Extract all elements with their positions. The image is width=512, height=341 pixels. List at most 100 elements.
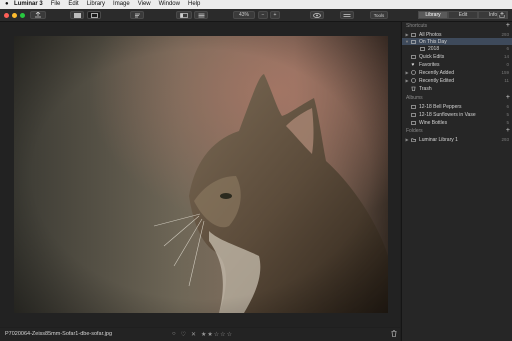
zoom-level-field[interactable]: 43% [233,11,255,19]
sidebar-item-label: Trash [419,85,432,92]
grid-view-button[interactable] [70,11,84,19]
eye-icon [313,12,321,18]
sidebar-item-album[interactable]: 12-18 Sunflowers in Vase 5 [402,111,512,118]
rating-bar: ○ ♡ ✕ ★★☆☆☆ [172,331,233,338]
sidebar-item-count: 0 [506,62,509,67]
grid-icon [73,12,81,18]
sidebar-item-count: 293 [501,137,509,142]
sidebar-item-count: 5 [506,120,509,125]
upload-icon [499,12,505,18]
clock-icon [410,70,416,75]
sidebar-item-quick-edits[interactable]: Quick Edits 14 [402,53,512,60]
sort-icon [134,13,140,17]
edit-clock-icon [410,78,416,83]
sidebar-item-favorites[interactable]: ♥ Favorites 0 [402,61,512,68]
filmstrip-icon [198,13,204,17]
share-button[interactable] [497,11,507,19]
minimize-window-button[interactable] [12,12,17,18]
menu-edit[interactable]: Edit [68,0,78,9]
sidebar-icon [180,12,188,18]
mode-tabs: Library Edit Info [418,11,508,19]
sidebar-item-all-photos[interactable]: ▶ All Photos 293 [402,31,512,38]
sidebar-item-album[interactable]: 12-18 Bell Peppers 6 [402,103,512,110]
plus-icon: + [273,12,277,18]
favorite-heart-icon[interactable]: ♡ [181,331,186,338]
sidebar-item-recently-edited[interactable]: ▶ Recently Edited 11 [402,77,512,84]
folders-heading: Folders [406,128,423,134]
compare-button[interactable] [310,11,324,19]
tab-edit[interactable]: Edit [448,11,478,19]
export-button[interactable] [30,11,46,19]
sidebar-item-on-this-day[interactable]: ▼ On This Day [402,38,512,45]
albums-heading: Albums [406,95,423,101]
sidebar-item-2018[interactable]: 2018 6 [402,45,512,52]
tab-library[interactable]: Library [418,11,448,19]
close-window-button[interactable] [4,12,9,18]
minus-icon: − [261,12,265,18]
file-name: P7020064-Zeiss85mm-Sofar1-dbe-sofar.jpg [5,331,113,337]
menu-view[interactable]: View [138,0,151,9]
menu-image[interactable]: Image [113,0,130,9]
calendar-icon [410,39,416,44]
sidebar-item-recently-added[interactable]: ▶ Recently Added 159 [402,69,512,76]
sidebar-item-label: 2018 [428,45,440,52]
zoom-window-button[interactable] [20,12,25,18]
sidebar-item-count: 14 [503,54,509,59]
tools-label: Tools [373,12,385,18]
album-icon [410,120,416,125]
menu-bar: ● Luminar 3 File Edit Library Image View… [0,0,512,9]
sidebar-item-label: Favorites [419,61,440,68]
sort-menu-button[interactable] [130,11,144,19]
trash-icon[interactable] [391,330,397,337]
clear-rating-icon[interactable]: ✕ [191,331,196,338]
single-image-icon [90,12,98,18]
star-rating[interactable]: ★★☆☆☆ [201,331,233,338]
sidebar-item-trash[interactable]: Trash [402,85,512,92]
sidebar-item-count: 159 [501,70,509,75]
zoom-out-button[interactable]: − [258,11,268,19]
tools-button[interactable]: Tools [370,11,388,19]
sidebar-item-label: 12-18 Bell Peppers [419,103,462,110]
sidebar-item-count: 6 [506,46,509,51]
sidebar-item-label: All Photos [419,31,442,38]
sidebar-item-label: 12-18 Sunflowers in Vase [419,111,476,118]
add-album-button[interactable]: + [506,94,510,101]
sidebar-item-count: 5 [506,112,509,117]
add-folder-button[interactable]: + [506,127,510,134]
album-icon [410,104,416,109]
share-icon [35,12,41,18]
sidebar-toggle-button[interactable] [176,11,192,19]
apple-icon[interactable]: ● [5,0,14,9]
zoom-level-label: 43% [238,12,249,18]
menu-window[interactable]: Window [159,0,180,9]
reject-flag-icon[interactable]: ○ [172,331,176,338]
menu-help[interactable]: Help [188,0,200,9]
zoom-in-button[interactable]: + [270,11,280,19]
sidebar-item-label: On This Day [419,38,447,45]
menu-library[interactable]: Library [87,0,105,9]
image-canvas[interactable] [0,22,400,327]
single-view-button[interactable] [87,11,101,19]
sidebar-item-label: Luminar Library 1 [419,136,458,143]
cat-photo [14,36,388,313]
bottom-bar: P7020064-Zeiss85mm-Sofar1-dbe-sofar.jpg … [0,328,400,341]
tab-library-label: Library [425,12,441,18]
sidebar-item-label: Wine Bottles [419,119,448,126]
add-shortcut-button[interactable]: + [506,22,510,29]
sidebar-item-folder[interactable]: ▶ Luminar Library 1 293 [402,136,512,143]
sidebar-item-label: Recently Added [419,69,455,76]
menu-file[interactable]: File [51,0,61,9]
trash-icon [410,86,416,91]
sidebar-item-label: Quick Edits [419,53,445,60]
folder-icon [410,137,416,142]
sidebar-item-album[interactable]: Wine Bottles 5 [402,119,512,126]
window-controls [4,12,25,18]
photo-preview[interactable] [14,36,388,313]
sidebar-item-count: 293 [501,32,509,37]
photos-icon [410,32,416,37]
filmstrip-button[interactable] [194,11,208,19]
sidebar-item-count: 11 [504,78,509,83]
adjust-button[interactable] [340,11,354,19]
shortcuts-heading: Shortcuts [406,23,428,29]
menu-app-name[interactable]: Luminar 3 [14,0,43,9]
